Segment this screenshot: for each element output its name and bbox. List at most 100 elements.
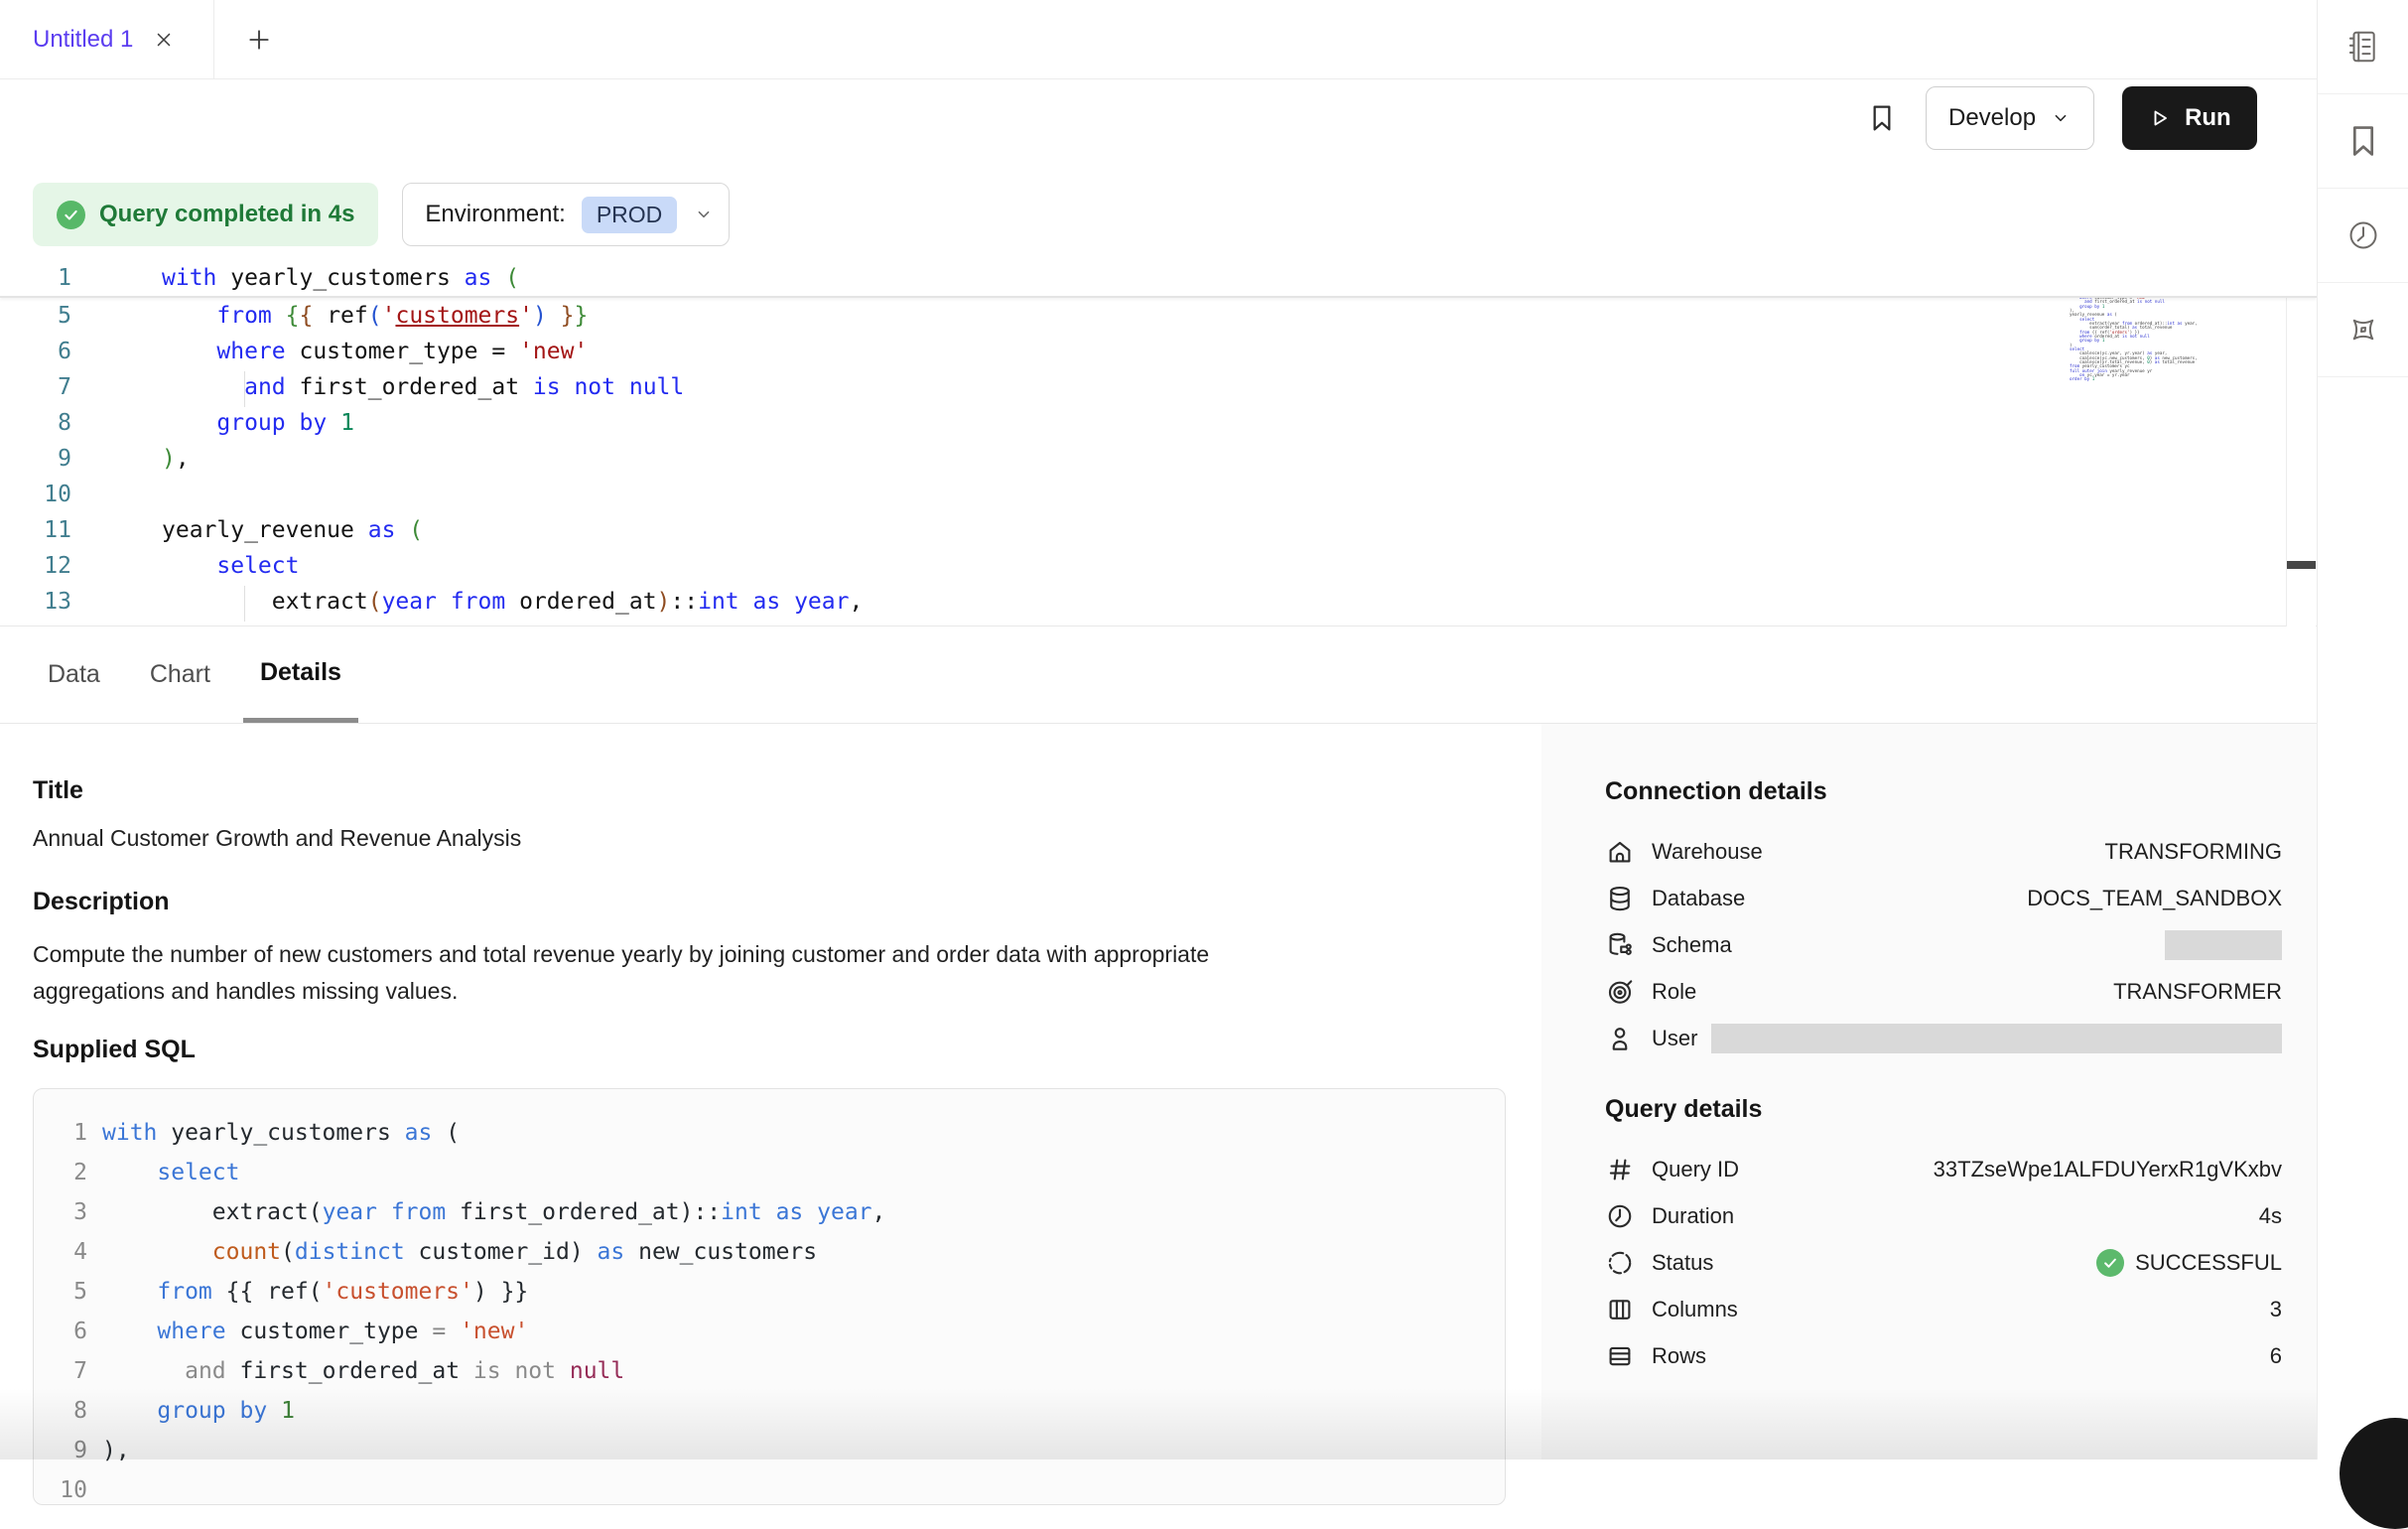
code-line-9: 9), — [58, 1431, 1505, 1470]
warehouse-icon — [1605, 837, 1635, 867]
code-line-9: 9), — [0, 441, 2317, 477]
notebook-icon — [2344, 28, 2382, 66]
right-rail — [2317, 0, 2408, 1460]
row-label: User — [1652, 1026, 1697, 1051]
code-line-5: 5 from {{ ref('customers') }} — [58, 1272, 1505, 1312]
play-icon — [2148, 106, 2172, 130]
tab-chart[interactable]: Chart — [150, 626, 210, 723]
query-row-status: Status SUCCESSFUL — [1605, 1239, 2282, 1286]
database-icon — [1605, 884, 1635, 913]
editor-sticky-line: 1with yearly_customers as ( — [0, 260, 2317, 298]
row-value: TRANSFORMER — [2113, 979, 2282, 1005]
code-line-3: 3 extract(year from first_ordered_at)::i… — [58, 1192, 1505, 1232]
copilot-sparkle-icon — [2344, 311, 2382, 348]
columns-icon — [1605, 1295, 1635, 1324]
query-row-rows: Rows 6 — [1605, 1332, 2282, 1379]
redacted-value — [2165, 930, 2282, 960]
code-line-2: 2 select — [58, 1153, 1505, 1192]
supplied-sql-block: 1with yearly_customers as (2 select3 ext… — [33, 1088, 1506, 1505]
connection-row-warehouse: Warehouse TRANSFORMING — [1605, 828, 2282, 875]
row-label: Columns — [1652, 1297, 1738, 1322]
status-icon — [1605, 1248, 1635, 1278]
code-line-10: 10 — [58, 1470, 1505, 1505]
description-heading: Description — [33, 888, 1506, 916]
tab-details[interactable]: Details — [243, 626, 358, 723]
row-value: TRANSFORMING — [2105, 839, 2282, 865]
details-panel: Title Annual Customer Growth and Revenue… — [33, 723, 1506, 1505]
query-rows: Query ID 33TZseWpe1ALFDUYerxR1gVKxbv Dur… — [1605, 1146, 2282, 1379]
row-value: 33TZseWpe1ALFDUYerxR1gVKxbv — [1934, 1157, 2282, 1182]
code-line-4: 4 count(distinct customer_id) as new_cus… — [58, 1232, 1505, 1272]
rail-button-notebook[interactable] — [2318, 0, 2408, 94]
environment-selector[interactable]: Environment: PROD — [402, 183, 730, 246]
success-check-icon — [2096, 1249, 2124, 1277]
user-icon — [1605, 1024, 1635, 1053]
rail-button-history[interactable] — [2318, 189, 2408, 283]
code-line-10: 10 — [0, 477, 2317, 512]
title-heading: Title — [33, 776, 1506, 805]
code-line-11: 11yearly_revenue as ( — [0, 512, 2317, 548]
row-label: Rows — [1652, 1343, 1706, 1369]
row-label: Duration — [1652, 1203, 1734, 1229]
hash-icon — [1605, 1155, 1635, 1184]
scrollbar-thumb[interactable] — [2287, 561, 2316, 569]
right-details-panel: Connection details Warehouse TRANSFORMIN… — [1541, 724, 2317, 1460]
row-label: Schema — [1652, 932, 1732, 958]
indent-guide — [244, 586, 245, 622]
connection-details-heading: Connection details — [1605, 777, 2282, 806]
query-row-query-id: Query ID 33TZseWpe1ALFDUYerxR1gVKxbv — [1605, 1146, 2282, 1192]
supplied-sql-heading: Supplied SQL — [33, 1036, 1506, 1064]
success-check-icon — [57, 201, 85, 229]
row-label: Database — [1652, 886, 1745, 911]
code-line-7: 7 and first_ordered_at is not null — [0, 369, 2317, 405]
rail-button-copilot-sparkle[interactable] — [2318, 283, 2408, 377]
rows-icon — [1605, 1341, 1635, 1371]
tab-label: Untitled 1 — [33, 26, 133, 54]
environment-value-pill: PROD — [582, 197, 677, 233]
develop-dropdown[interactable]: Develop — [1926, 86, 2094, 150]
code-line-14: 14 sum(order_total) as total_revenue, — [0, 620, 2317, 626]
title-value: Annual Customer Growth and Revenue Analy… — [33, 825, 1506, 852]
editor-lines: 5 from {{ ref('customers') }}6 where cus… — [0, 298, 2317, 626]
code-line-7: 7 and first_ordered_at is not null — [58, 1351, 1505, 1391]
develop-label: Develop — [1948, 104, 2036, 132]
connection-rows: Warehouse TRANSFORMING Database DOCS_TEA… — [1605, 828, 2282, 1061]
code-line-6: 6 where customer_type = 'new' — [58, 1312, 1505, 1351]
status-successful-value: SUCCESSFUL — [2096, 1249, 2282, 1277]
code-line-13: 13 extract(year from ordered_at)::int as… — [0, 584, 2317, 620]
results-tab-bar: Data Chart Details — [0, 626, 2317, 724]
row-label: Role — [1652, 979, 1696, 1005]
close-tab-button[interactable] — [153, 29, 175, 51]
chevron-down-icon — [2050, 107, 2072, 129]
connection-row-user: User — [1605, 1015, 2282, 1061]
row-label: Warehouse — [1652, 839, 1763, 865]
rail-button-bookmark[interactable] — [2318, 94, 2408, 189]
row-value: DOCS_TEAM_SANDBOX — [2027, 886, 2282, 911]
query-row-duration: Duration 4s — [1605, 1192, 2282, 1239]
connection-row-role: Role TRANSFORMER — [1605, 968, 2282, 1015]
plus-icon — [246, 27, 272, 53]
code-line-5: 5 from {{ ref('customers') }} — [0, 298, 2317, 334]
row-value: 3 — [2270, 1297, 2282, 1322]
bookmark-icon — [1866, 102, 1898, 134]
code-line-8: 8 group by 1 — [58, 1391, 1505, 1431]
toolbar: Develop Run — [1866, 85, 2257, 151]
editor-scrollbar[interactable] — [2286, 260, 2316, 626]
rail-cells — [2318, 0, 2408, 377]
connection-row-database: Database DOCS_TEAM_SANDBOX — [1605, 875, 2282, 921]
new-tab-button[interactable] — [246, 27, 272, 53]
schema-icon — [1605, 930, 1635, 960]
run-button[interactable]: Run — [2122, 86, 2257, 150]
duration-icon — [1605, 1201, 1635, 1231]
bookmark-icon — [2344, 122, 2382, 160]
bookmark-button[interactable] — [1866, 102, 1898, 134]
row-label: Status — [1652, 1250, 1713, 1276]
row-label: Query ID — [1652, 1157, 1739, 1182]
tab-untitled-1[interactable]: Untitled 1 — [0, 0, 214, 78]
code-line-6: 6 where customer_type = 'new' — [0, 334, 2317, 369]
tab-data[interactable]: Data — [48, 626, 100, 723]
query-row-columns: Columns 3 — [1605, 1286, 2282, 1332]
copilot-fab-button[interactable] — [2340, 1418, 2408, 1529]
code-line-12: 12 select — [0, 548, 2317, 584]
sql-editor[interactable]: 1with yearly_customers as ( 5 from {{ re… — [0, 260, 2317, 626]
